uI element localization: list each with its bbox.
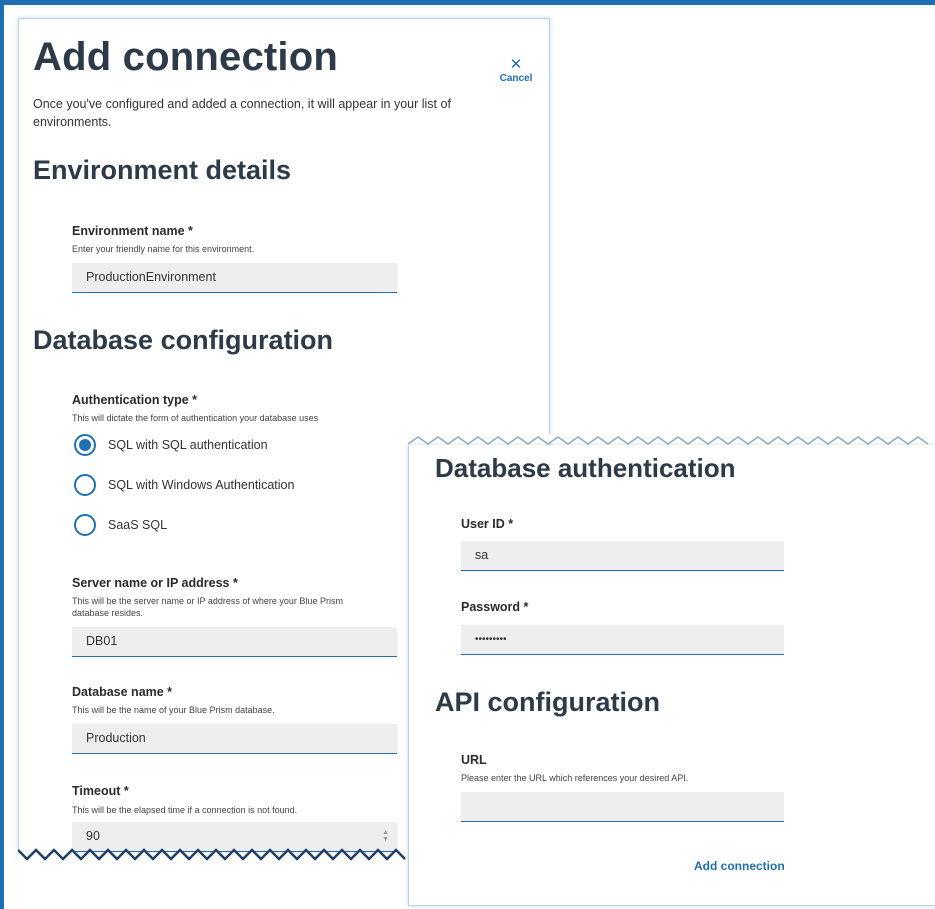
environment-details-heading: Environment details — [33, 155, 292, 185]
cancel-label: Cancel — [499, 73, 533, 84]
radio-option-sql-auth[interactable]: SQL with SQL authentication — [74, 430, 268, 460]
radio-label: SaaS SQL — [108, 518, 168, 532]
radio-option-saas-sql[interactable]: SaaS SQL — [74, 510, 167, 540]
torn-edge-bottom — [18, 848, 413, 864]
radio-button[interactable] — [74, 514, 96, 536]
database-configuration-heading: Database configuration — [33, 325, 334, 355]
timeout-value: 90 — [86, 829, 100, 843]
environment-name-help: Enter your friendly name for this enviro… — [72, 244, 255, 254]
authentication-type-label: Authentication type * — [72, 393, 198, 407]
database-name-label: Database name * — [72, 685, 173, 699]
api-configuration-heading: API configuration — [435, 687, 660, 717]
user-id-label: User ID * — [461, 517, 514, 531]
spinner-arrows-icon[interactable]: ▲ ▼ — [382, 829, 389, 843]
timeout-label: Timeout * — [72, 784, 129, 798]
radio-option-windows-auth[interactable]: SQL with Windows Authentication — [74, 470, 294, 500]
torn-edge-top — [408, 434, 935, 445]
radio-label: SQL with SQL authentication — [108, 438, 268, 452]
password-input[interactable]: ••••••••• — [461, 625, 784, 655]
database-name-input[interactable]: Production — [72, 724, 397, 754]
server-name-help: This will be the server name or IP addre… — [72, 596, 343, 618]
window-top-border — [0, 0, 935, 5]
url-label: URL — [461, 753, 487, 767]
intro-text: Once you've configured and added a conne… — [33, 97, 451, 129]
radio-button[interactable] — [74, 434, 96, 456]
url-input[interactable] — [461, 792, 784, 822]
radio-button[interactable] — [74, 474, 96, 496]
server-name-input[interactable]: DB01 — [72, 627, 397, 657]
page-title: Add connection — [33, 35, 339, 79]
server-name-label: Server name or IP address * — [72, 576, 238, 590]
cancel-button[interactable]: ✕ Cancel — [491, 56, 541, 85]
environment-name-input[interactable]: ProductionEnvironment — [72, 263, 397, 293]
user-id-input[interactable]: sa — [461, 541, 784, 571]
environment-name-label: Environment name * — [72, 224, 193, 238]
database-name-help: This will be the name of your Blue Prism… — [72, 705, 275, 715]
database-authentication-panel: Database authentication User ID * sa Pas… — [408, 445, 935, 906]
password-label: Password * — [461, 600, 529, 614]
close-icon: ✕ — [509, 56, 523, 73]
url-help: Please enter the URL which references yo… — [461, 773, 689, 783]
database-authentication-heading: Database authentication — [435, 453, 736, 483]
add-connection-button[interactable]: Add connection — [694, 859, 785, 873]
window-left-border — [0, 0, 4, 909]
radio-label: SQL with Windows Authentication — [108, 478, 295, 492]
authentication-type-help: This will dictate the form of authentica… — [72, 413, 319, 423]
timeout-help: This will be the elapsed time if a conne… — [72, 805, 298, 815]
